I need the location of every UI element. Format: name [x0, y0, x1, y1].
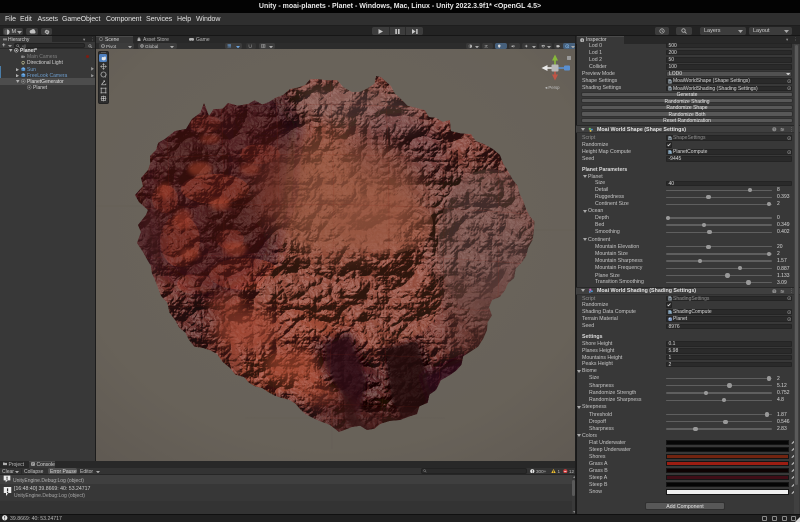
svg-text:?: ? [773, 127, 775, 131]
svg-text:?: ? [773, 289, 775, 293]
